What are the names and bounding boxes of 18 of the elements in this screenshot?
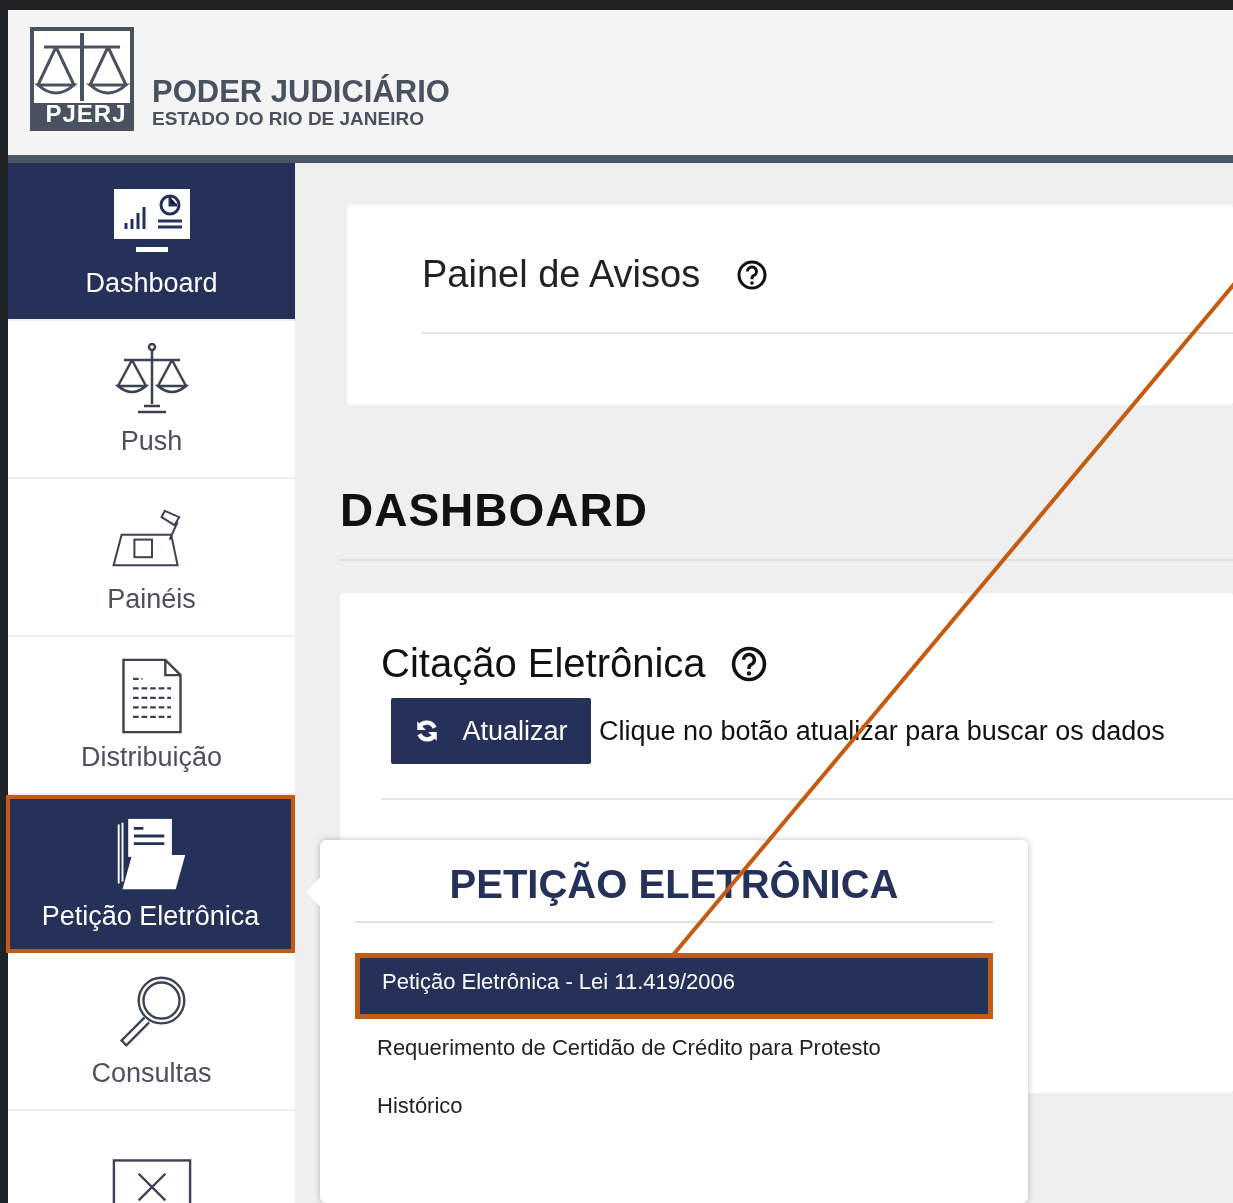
refresh-button[interactable]: Atualizar xyxy=(391,698,591,764)
sidebar-item[interactable]: Push xyxy=(8,321,295,479)
sidebar-item[interactable]: Petição Eletrônica xyxy=(6,795,295,953)
page-title: DASHBOARD xyxy=(340,483,1233,561)
scales-logo-icon xyxy=(30,26,134,131)
sidebar-item[interactable]: Painéis xyxy=(8,479,295,637)
logo-text: PJERJ xyxy=(44,100,128,128)
sidebar-item[interactable]: Consultas xyxy=(8,953,295,1111)
menu-item[interactable]: Petição Eletrônica - Lei 11.419/2006 xyxy=(355,953,993,1019)
citation-title: Citação Eletrônica xyxy=(381,641,706,686)
help-icon[interactable] xyxy=(736,258,769,291)
notice-title: Painel de Avisos xyxy=(422,253,701,296)
sidebar-item[interactable]: Dashboard xyxy=(8,163,295,321)
menu-item[interactable]: Histórico xyxy=(355,1077,993,1135)
brand-title: PODER JUDICIÁRIO xyxy=(152,75,450,108)
help-icon[interactable] xyxy=(729,644,768,683)
brand-subtitle: ESTADO DO RIO DE JANEIRO xyxy=(152,107,425,130)
menu-item[interactable]: Requerimento de Certidão de Crédito para Protesto xyxy=(355,1019,993,1077)
